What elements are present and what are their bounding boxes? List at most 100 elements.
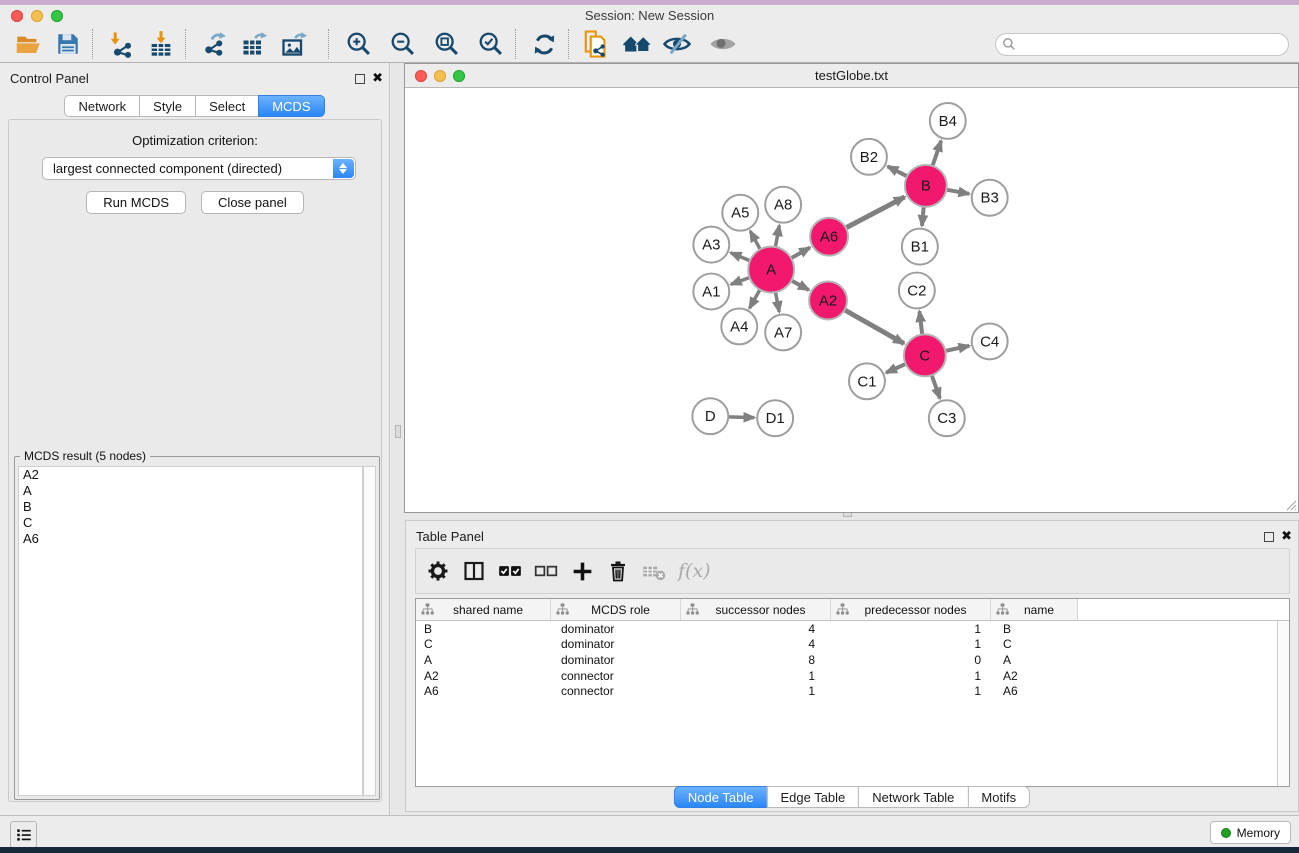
graph-edge[interactable] [750, 290, 760, 309]
import-table-button[interactable] [141, 28, 181, 61]
table-cell[interactable]: 1 [681, 669, 831, 683]
table-cell[interactable]: 0 [831, 653, 991, 667]
graph-node[interactable]: C1 [849, 363, 885, 399]
tab-mcds[interactable]: MCDS [258, 95, 324, 117]
delete-column-button[interactable] [600, 553, 636, 589]
table-cell[interactable]: A6 [991, 684, 1078, 698]
refresh-button[interactable] [524, 28, 564, 61]
memory-button[interactable]: Memory [1210, 821, 1291, 844]
graph-edge[interactable] [728, 417, 754, 418]
table-cell[interactable]: A2 [416, 669, 551, 683]
table-cell[interactable]: 1 [831, 669, 991, 683]
table-row[interactable]: A6connector11A6 [416, 683, 1289, 699]
graph-edge[interactable] [919, 311, 922, 334]
graph-node[interactable]: B2 [851, 139, 887, 175]
graph-node[interactable]: C3 [929, 400, 965, 436]
show-columns-button[interactable] [456, 553, 492, 589]
tab-network[interactable]: Network [64, 95, 140, 117]
table-settings-button[interactable] [420, 553, 456, 589]
column-header[interactable]: successor nodes [681, 599, 831, 620]
table-cell[interactable]: 1 [681, 684, 831, 698]
network-overview-button[interactable] [617, 28, 657, 61]
table-cell[interactable]: 8 [681, 653, 831, 667]
graph-edge[interactable] [888, 166, 908, 176]
table-row[interactable]: Cdominator41C [416, 637, 1289, 653]
graph-node[interactable]: B4 [930, 103, 966, 139]
graph-node[interactable]: B [905, 165, 947, 207]
tab-style[interactable]: Style [139, 95, 196, 117]
zoom-in-button[interactable] [339, 28, 379, 61]
task-history-button[interactable] [10, 821, 37, 848]
float-panel-icon[interactable] [355, 74, 365, 84]
table-cell[interactable]: C [416, 637, 551, 651]
graph-edge[interactable] [945, 346, 969, 351]
import-network-button[interactable] [101, 28, 141, 61]
export-table-button[interactable] [234, 28, 274, 61]
deselect-all-button[interactable] [528, 553, 564, 589]
graph-edge[interactable] [846, 197, 905, 228]
table-cell[interactable]: B [991, 622, 1078, 636]
open-session-button[interactable] [8, 28, 48, 61]
graph-node[interactable]: C [904, 334, 946, 376]
table-cell[interactable]: dominator [551, 653, 681, 667]
tab-edge-table[interactable]: Edge Table [766, 786, 859, 808]
graph-edge[interactable] [886, 364, 906, 373]
graph-node[interactable]: A2 [809, 282, 847, 320]
table-row[interactable]: Adominator80A [416, 652, 1289, 668]
table-cell[interactable]: A6 [416, 684, 551, 698]
graph-node[interactable]: D1 [757, 400, 793, 436]
column-header[interactable]: shared name [416, 599, 551, 620]
table-row[interactable]: A2connector11A2 [416, 668, 1289, 684]
table-scrollbar[interactable] [1277, 621, 1289, 786]
tab-select[interactable]: Select [195, 95, 259, 117]
table-cell[interactable]: C [991, 637, 1078, 651]
graph-node[interactable]: A [748, 247, 794, 293]
column-header[interactable]: MCDS role [551, 599, 681, 620]
graph-edge[interactable] [933, 141, 942, 166]
delete-table-button[interactable] [636, 553, 672, 589]
table-cell[interactable]: 1 [831, 637, 991, 651]
network-canvas[interactable]: AA1A2A3A4A5A6A7A8BB1B2B3B4CC1C2C3C4DD1 [406, 88, 1297, 511]
add-column-button[interactable] [564, 553, 600, 589]
graph-edge[interactable] [845, 310, 904, 344]
search-input[interactable] [995, 33, 1289, 56]
mcds-list-scrollbar[interactable] [363, 466, 376, 796]
table-cell[interactable]: connector [551, 684, 681, 698]
window-resize-grip[interactable] [1284, 498, 1297, 511]
graph-node[interactable]: C4 [972, 323, 1008, 359]
graph-node[interactable]: D [692, 398, 728, 434]
graph-edge[interactable] [791, 281, 808, 290]
column-header[interactable]: name [991, 599, 1078, 620]
graph-node[interactable]: B1 [902, 229, 938, 265]
zoom-out-button[interactable] [383, 28, 423, 61]
table-cell[interactable]: 4 [681, 637, 831, 651]
graph-edge[interactable] [731, 277, 750, 284]
hide-selected-button[interactable] [657, 28, 697, 61]
graph-node[interactable]: A6 [810, 218, 848, 256]
table-cell[interactable]: dominator [551, 637, 681, 651]
column-header[interactable]: predecessor nodes [831, 599, 991, 620]
table-cell[interactable]: A [991, 653, 1078, 667]
export-network-button[interactable] [194, 28, 234, 61]
table-cell[interactable]: connector [551, 669, 681, 683]
mcds-result-item[interactable]: B [19, 499, 362, 515]
graph-edge[interactable] [731, 253, 750, 261]
graph-edge[interactable] [922, 207, 924, 226]
mcds-result-item[interactable]: A [19, 483, 362, 499]
graph-edge[interactable] [791, 248, 810, 259]
network-window-titlebar[interactable]: testGlobe.txt [405, 64, 1298, 88]
close-panel-icon[interactable]: ✖ [372, 71, 383, 85]
close-table-panel-icon[interactable]: ✖ [1281, 529, 1292, 543]
save-session-button[interactable] [48, 28, 88, 61]
graph-node[interactable]: A7 [765, 314, 801, 350]
zoom-fit-button[interactable] [427, 28, 467, 61]
table-cell[interactable]: 1 [831, 622, 991, 636]
tab-node-table[interactable]: Node Table [674, 786, 768, 808]
table-cell[interactable]: 4 [681, 622, 831, 636]
graph-node[interactable]: A8 [765, 187, 801, 223]
mcds-result-item[interactable]: A6 [19, 531, 362, 547]
split-divider-grip[interactable] [395, 425, 401, 438]
zoom-selected-button[interactable] [471, 28, 511, 61]
show-selected-button[interactable] [703, 28, 743, 61]
duplicate-network-button[interactable] [577, 28, 617, 61]
